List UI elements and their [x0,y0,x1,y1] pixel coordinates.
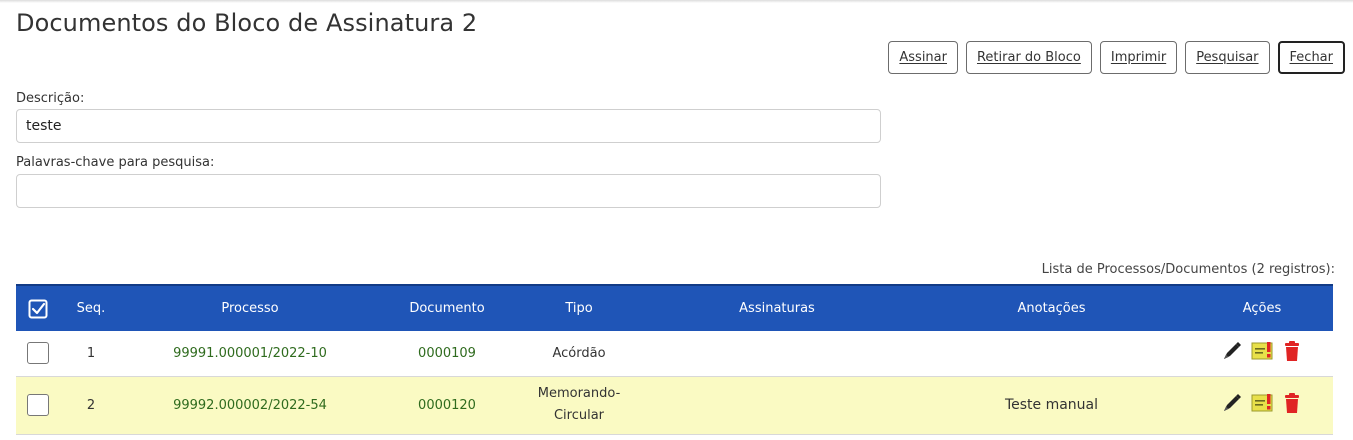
retirar-do-bloco-button[interactable]: Retirar do Bloco [965,41,1092,74]
row-checkbox[interactable] [27,342,49,365]
cell-seq: 2 [86,397,96,413]
cell-assinaturas [642,331,912,376]
cell-assinaturas [642,376,912,434]
palavras-chave-label: Palavras-chave para pesquisa: [16,155,215,170]
cell-tipo: Memorando-Circular [537,386,621,423]
assinar-button[interactable]: Assinar [888,41,958,74]
checkbox-checked-icon[interactable] [28,299,48,319]
header-assinaturas: Assinaturas [739,301,815,316]
row-actions [1221,340,1303,362]
header-acoes: Ações [1242,301,1282,316]
top-shadow [0,0,1353,3]
descricao-label: Descrição: [16,91,85,106]
table-row: 1 99991.000001/2022-10 0000109 Acórdão [16,331,1333,376]
imprimir-button[interactable]: Imprimir [1099,41,1178,74]
table-row: 2 99992.000002/2022-54 0000120 Memorando… [16,376,1333,434]
processo-link[interactable]: 99992.000002/2022-54 [122,376,378,434]
cell-anotacoes [912,331,1191,376]
header-documento: Documento [409,301,485,316]
table-header-row: Seq. Processo Documento Tipo Assinaturas… [16,285,1333,331]
documents-table: Seq. Processo Documento Tipo Assinaturas… [16,284,1333,435]
palavras-chave-field[interactable] [16,174,881,208]
row-checkbox[interactable] [27,394,49,416]
pen-icon[interactable] [1221,392,1243,414]
annotation-icon[interactable] [1251,392,1273,414]
header-seq: Seq. [76,301,106,316]
header-tipo: Tipo [565,301,593,316]
pen-icon[interactable] [1221,340,1243,362]
annotation-icon[interactable] [1251,340,1273,362]
toolbar: Assinar Retirar do Bloco Imprimir Pesqui… [888,41,1345,74]
header-processo: Processo [221,301,279,316]
processo-link[interactable]: 99991.000001/2022-10 [122,331,378,376]
table-caption: Lista de Processos/Documentos (2 registr… [1041,262,1335,277]
pesquisar-button[interactable]: Pesquisar [1185,41,1270,74]
select-all-header[interactable] [16,285,60,331]
page-title: Documentos do Bloco de Assinatura 2 [16,9,478,37]
trash-icon[interactable] [1281,392,1303,414]
header-anotacoes: Anotações [1017,301,1086,316]
trash-icon[interactable] [1281,340,1303,362]
documento-link[interactable]: 0000109 [378,331,516,376]
cell-seq: 1 [86,345,96,361]
cell-tipo: Acórdão [552,345,606,361]
descricao-field[interactable]: teste [16,109,881,143]
documento-link[interactable]: 0000120 [378,376,516,434]
cell-anotacoes: Teste manual [1004,397,1099,413]
fechar-button[interactable]: Fechar [1277,41,1345,74]
row-actions [1221,392,1303,414]
